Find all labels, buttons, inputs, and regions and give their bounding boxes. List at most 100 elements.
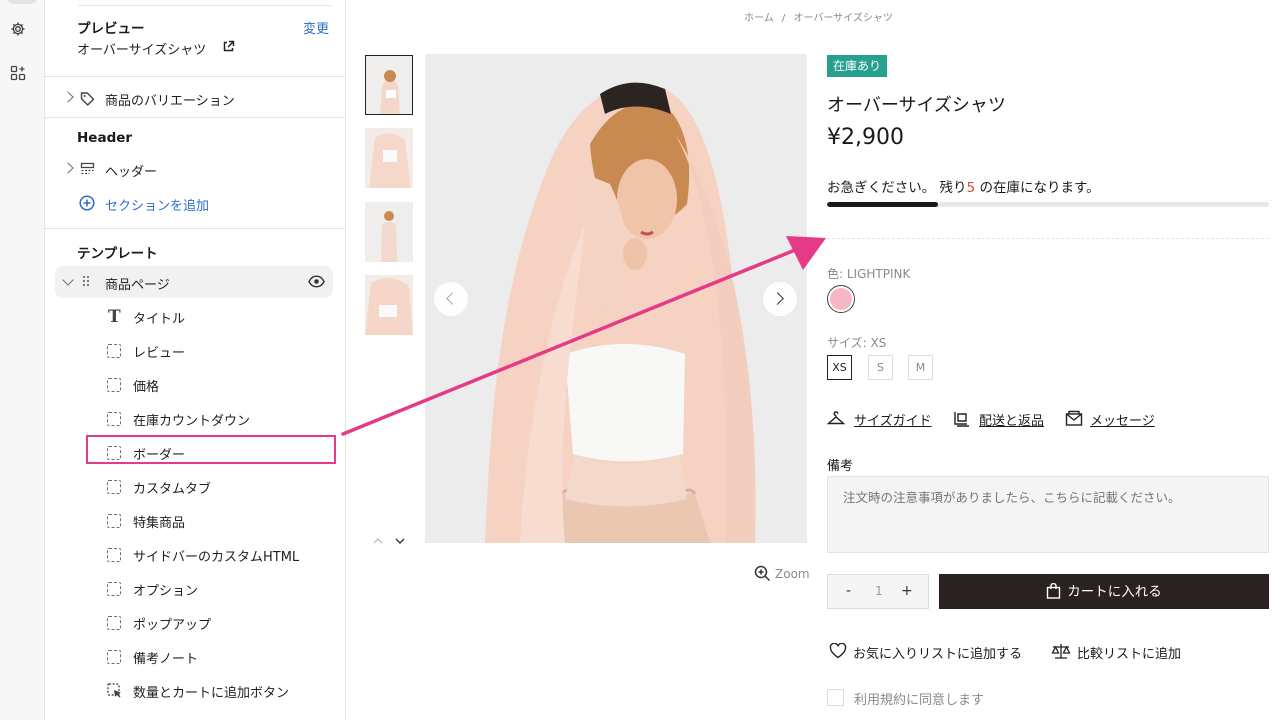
block-note[interactable]: 備考ノート <box>133 648 198 667</box>
add-to-cart-label: カートに入れる <box>1067 584 1162 599</box>
product-main-image[interactable] <box>425 54 807 543</box>
stock-count: 5 <box>966 180 976 196</box>
add-to-compare-link[interactable]: 比較リストに追加 <box>1077 643 1181 662</box>
product-title: オーバーサイズシャツ <box>827 95 1006 116</box>
compare-scale-icon[interactable] <box>1051 642 1071 660</box>
stock-progress-bar <box>827 202 1269 207</box>
header-layout-icon <box>80 162 95 175</box>
theme-editor-sidebar: プレビュー 変更 オーバーサイズシャツ 商品のバリエーション Header ヘッ… <box>45 0 346 720</box>
drag-handle-icon[interactable] <box>82 275 90 287</box>
quantity-stepper[interactable]: - 1 + <box>827 574 929 609</box>
text-block-icon: T <box>108 307 121 327</box>
thumbnail-2[interactable] <box>365 128 413 188</box>
zoom-label[interactable]: Zoom <box>775 567 810 581</box>
color-label: 色: LIGHTPINK <box>827 267 911 281</box>
add-section-link[interactable]: セクションを追加 <box>105 195 209 214</box>
chevron-up-icon[interactable] <box>373 537 383 544</box>
block-icon <box>107 582 121 596</box>
divider <box>45 117 345 118</box>
block-featured-product[interactable]: 特集商品 <box>133 512 185 531</box>
breadcrumb: ホーム / オーバーサイズシャツ <box>744 9 893 24</box>
block-title[interactable]: タイトル <box>133 308 185 327</box>
chevron-right-icon[interactable] <box>62 91 74 103</box>
color-swatch-lightpink[interactable] <box>827 285 855 313</box>
preview-page-name: オーバーサイズシャツ <box>77 43 207 58</box>
block-quantity-cart-button[interactable]: 数量とカートに追加ボタン <box>133 682 289 701</box>
active-rail-tab[interactable] <box>6 0 38 4</box>
block-options[interactable]: オプション <box>133 580 198 599</box>
size-option-xs[interactable]: XS <box>827 355 852 380</box>
breadcrumb-current: オーバーサイズシャツ <box>793 13 893 24</box>
add-to-wishlist-link[interactable]: お気に入りリストに追加する <box>853 643 1022 662</box>
stock-progress-fill <box>827 202 938 207</box>
template-section-title: テンプレート <box>77 246 158 262</box>
preview-title: プレビュー <box>77 21 145 37</box>
block-popup[interactable]: ポップアップ <box>133 614 211 633</box>
block-price[interactable]: 価格 <box>133 376 159 395</box>
product-price: ¥2,900 <box>827 125 904 150</box>
hanger-icon <box>827 411 845 425</box>
qty-plus-button[interactable]: + <box>901 583 913 599</box>
icon-rail <box>0 0 45 720</box>
chevron-down-icon[interactable] <box>395 538 405 545</box>
block-icon <box>107 616 121 630</box>
note-textarea[interactable] <box>827 476 1269 553</box>
image-next-button[interactable] <box>763 282 797 316</box>
stock-status-badge: 在庫あり <box>827 55 888 77</box>
block-icon <box>107 344 121 358</box>
thumbnail-1[interactable] <box>365 55 413 115</box>
header-section-title: Header <box>77 130 133 146</box>
block-icon <box>107 650 121 664</box>
size-guide-link[interactable]: サイズガイド <box>854 410 932 429</box>
divider <box>45 228 345 229</box>
breadcrumb-home[interactable]: ホーム <box>744 13 774 24</box>
highlight-annotation-box <box>86 435 336 464</box>
add-to-cart-button[interactable]: カートに入れる <box>939 574 1269 609</box>
qty-minus-button[interactable]: - <box>846 583 851 599</box>
cursor-click-icon <box>107 683 121 698</box>
chevron-left-icon <box>446 292 459 305</box>
image-prev-button[interactable] <box>434 282 468 316</box>
qty-value[interactable]: 1 <box>875 584 883 598</box>
tag-icon <box>80 92 95 106</box>
chevron-right-icon <box>771 292 784 305</box>
border-divider <box>827 238 1269 239</box>
envelope-icon <box>1065 410 1083 426</box>
apps-icon[interactable] <box>10 65 26 81</box>
variations-item[interactable]: 商品のバリエーション <box>105 90 235 109</box>
size-option-s[interactable]: S <box>868 355 893 380</box>
external-link-icon[interactable] <box>222 40 235 53</box>
truck-icon <box>954 412 969 427</box>
add-circle-icon[interactable] <box>79 195 95 211</box>
block-sidebar-custom-html[interactable]: サイドバーのカスタムHTML <box>133 546 299 565</box>
product-photo <box>425 54 807 543</box>
block-icon <box>107 378 121 392</box>
thumbnail-4[interactable] <box>365 275 413 335</box>
template-row[interactable] <box>55 266 333 298</box>
divider <box>78 5 331 6</box>
divider <box>45 76 345 77</box>
stock-suffix: の在庫になります。 <box>975 180 1100 196</box>
shipping-returns-link[interactable]: 配送と返品 <box>979 410 1044 429</box>
block-icon <box>107 514 121 528</box>
template-item-product-page[interactable]: 商品ページ <box>105 274 170 293</box>
chevron-right-icon[interactable] <box>62 162 74 174</box>
header-item[interactable]: ヘッダー <box>105 161 157 180</box>
gear-icon[interactable] <box>10 21 26 37</box>
stock-countdown-message: お急ぎください。 残り5 の在庫になります。 <box>827 176 1100 196</box>
size-option-m[interactable]: M <box>908 355 933 380</box>
block-review[interactable]: レビュー <box>133 342 185 361</box>
block-icon <box>107 548 121 562</box>
eye-icon[interactable] <box>308 275 325 288</box>
block-stock-countdown[interactable]: 在庫カウントダウン <box>133 410 250 429</box>
terms-checkbox[interactable] <box>827 689 844 706</box>
heart-icon[interactable] <box>829 643 847 659</box>
change-preview-link[interactable]: 変更 <box>303 18 329 37</box>
thumbnail-3[interactable] <box>365 202 413 262</box>
zoom-icon[interactable] <box>754 565 771 582</box>
block-custom-tab[interactable]: カスタムタブ <box>133 478 211 497</box>
breadcrumb-separator: / <box>781 13 786 24</box>
note-label: 備考 <box>827 459 854 474</box>
size-label: サイズ: XS <box>827 336 887 350</box>
message-link[interactable]: メッセージ <box>1090 410 1155 429</box>
